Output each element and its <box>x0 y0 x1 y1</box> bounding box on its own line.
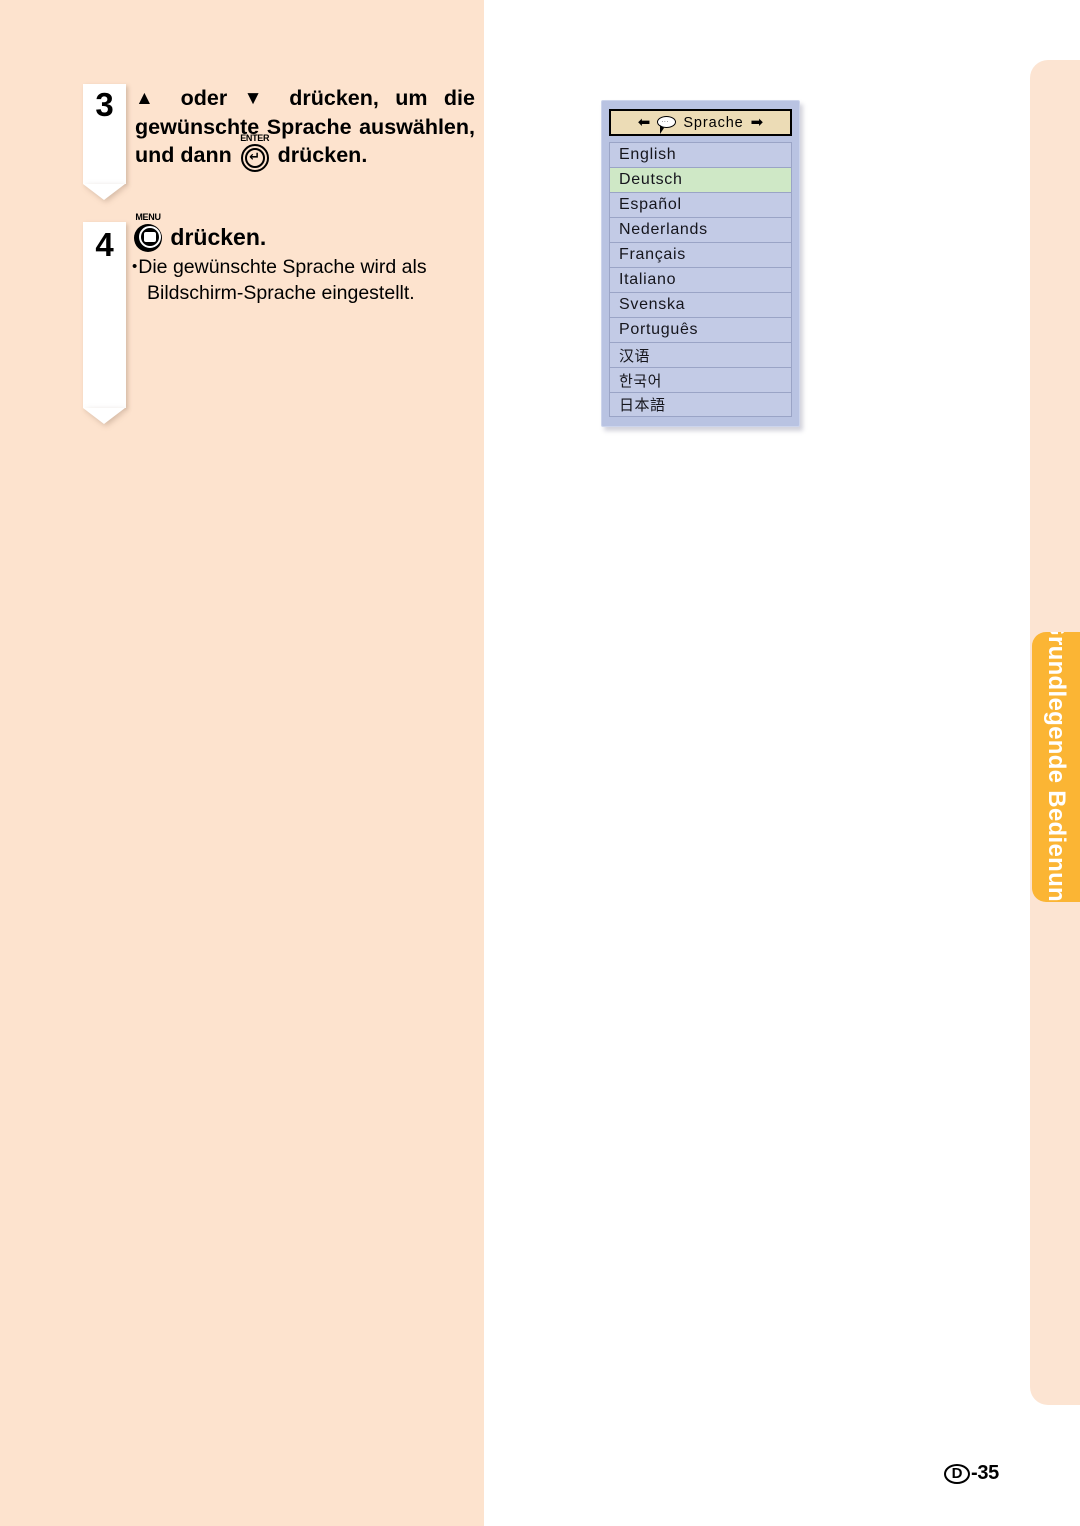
step-4-note-text-1: Die gewünschte Sprache wird als <box>138 256 427 278</box>
osd-menu-title: Sprache <box>683 114 744 131</box>
down-arrow-icon: ▼ <box>243 88 273 109</box>
menu-key-icon: MENU <box>132 212 164 252</box>
osd-language-label: Français <box>619 246 686 263</box>
osd-language-label: Español <box>619 196 682 213</box>
step-3-instruction: ▲ oder ▼ drücken, um die gewünschte Spra… <box>135 84 475 173</box>
osd-language-label: 汉语 <box>619 346 651 365</box>
osd-language-label: Italiano <box>619 271 677 288</box>
enter-arrow-glyph: ↵ <box>249 150 261 166</box>
step-ribbon-point <box>83 184 125 200</box>
enter-key-icon: ENTER ↵ <box>238 133 272 173</box>
speech-bubble-tail <box>660 124 665 134</box>
step-number-4: 4 <box>95 226 114 263</box>
osd-language-label: English <box>619 146 677 163</box>
menu-key-label: MENU <box>135 212 161 222</box>
speech-bubble-icon: ··· <box>657 115 677 134</box>
right-arrow-icon[interactable]: ➡ <box>751 115 764 130</box>
page-number: -35 <box>971 1462 1000 1484</box>
step-3-heading-text: ▲ oder ▼ drücken, um die gewünschte Spra… <box>135 84 475 173</box>
step-4-heading-text: MENU drücken. <box>132 212 477 252</box>
left-arrow-icon[interactable]: ⬅ <box>638 115 651 130</box>
step-4-note: •Die gewünschte Sprache wird als Bildsch… <box>132 255 477 306</box>
step-number-3: 3 <box>95 86 114 123</box>
osd-language-item[interactable]: 汉语 <box>609 342 792 367</box>
osd-language-menu: ⬅ ··· Sprache ➡ English Deutsch Español Ned… <box>601 100 800 427</box>
section-tab-grundlegende-bedienung[interactable]: Grundlegende Bedienung <box>1032 632 1080 902</box>
page-footer: D -35 <box>944 1462 999 1485</box>
osd-language-label: 日本語 <box>619 396 666 414</box>
step-4-press-label: drücken. <box>170 224 267 250</box>
section-tab-label: Grundlegende Bedienung <box>1043 632 1070 902</box>
osd-language-item[interactable]: Français <box>609 242 792 267</box>
osd-language-item[interactable]: English <box>609 142 792 167</box>
osd-language-label: Svenska <box>619 296 686 313</box>
language-code-badge: D <box>944 1463 970 1484</box>
osd-language-label: 한국어 <box>619 371 662 390</box>
osd-language-item[interactable]: Italiano <box>609 267 792 292</box>
osd-language-label: Nederlands <box>619 221 708 238</box>
osd-language-item[interactable]: 한국어 <box>609 367 792 392</box>
osd-language-label: Deutsch <box>619 171 683 188</box>
osd-language-label: Português <box>619 321 699 338</box>
step-4-note-line-1: •Die gewünschte Sprache wird als <box>132 255 472 281</box>
bullet-icon: • <box>132 258 138 275</box>
menu-key-circle <box>134 224 162 252</box>
osd-language-item[interactable]: 日本語 <box>609 392 792 417</box>
step-3-text-1: oder <box>164 86 244 110</box>
osd-language-item[interactable]: Deutsch <box>609 167 792 192</box>
up-arrow-icon: ▲ <box>135 88 165 109</box>
step-4-note-line-2: Bildschirm-Sprache eingestellt. <box>147 281 415 304</box>
osd-language-item[interactable]: Nederlands <box>609 217 792 242</box>
step-3-text-3: drücken. <box>271 143 368 168</box>
osd-menu-header: ⬅ ··· Sprache ➡ <box>609 109 792 136</box>
osd-language-list: English Deutsch Español Nederlands Français I… <box>609 142 792 417</box>
step-ribbon-point <box>83 408 125 424</box>
osd-language-item[interactable]: Svenska <box>609 292 792 317</box>
step-4-instruction: MENU drücken. •Die gewünschte Sprache wi… <box>132 212 477 306</box>
osd-language-item[interactable]: Español <box>609 192 792 217</box>
menu-key-glyph <box>144 232 156 242</box>
osd-language-item[interactable]: Português <box>609 317 792 342</box>
